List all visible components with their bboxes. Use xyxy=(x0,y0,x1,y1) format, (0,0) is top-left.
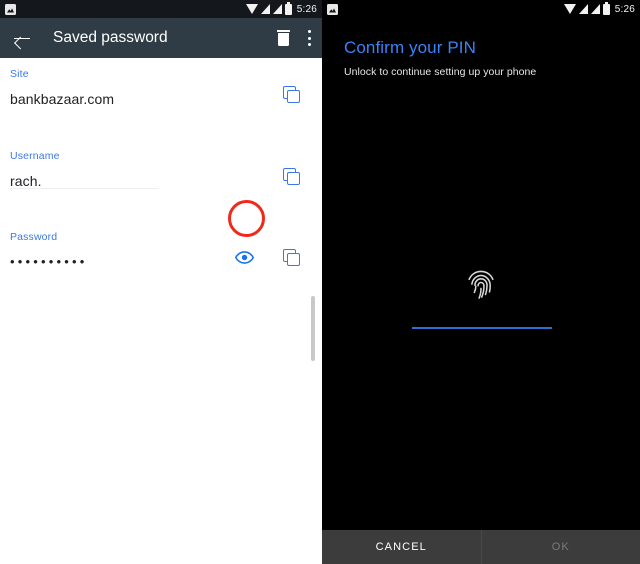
signal-bars-icon-1 xyxy=(578,4,588,14)
ok-button[interactable]: OK xyxy=(480,530,640,564)
trash-icon[interactable] xyxy=(277,30,290,46)
pin-action-bar: CANCEL OK xyxy=(322,530,640,564)
signal-bars-icon-1 xyxy=(260,4,270,14)
field-password-label: Password xyxy=(10,231,58,243)
status-bar-left-icons xyxy=(327,3,338,15)
status-bar-left: 5:26 xyxy=(0,0,322,18)
screenshot-icon xyxy=(5,3,16,15)
screenshot-root: 5:26 Saved password Site bankbazaar.com xyxy=(0,0,640,564)
copy-icon-username[interactable] xyxy=(283,168,300,185)
field-site-label: Site xyxy=(10,68,29,80)
signal-bars-icon-2 xyxy=(272,4,282,14)
copy-icon-front-sheet xyxy=(287,253,300,266)
field-username-label: Username xyxy=(10,150,60,162)
pin-subtitle: Unlock to continue setting up your phone xyxy=(344,66,537,78)
status-bar-right: 5:26 xyxy=(322,0,640,18)
field-username-divider xyxy=(10,188,158,189)
left-phone-screen: 5:26 Saved password Site bankbazaar.com xyxy=(0,0,322,564)
copy-icon-site[interactable] xyxy=(283,86,300,103)
fingerprint-icon xyxy=(468,270,494,299)
right-phone-screen: 5:26 Confirm your PIN Unlock to continue… xyxy=(322,0,640,564)
field-password: Password •••••••••• xyxy=(0,221,322,273)
copy-icon-password[interactable] xyxy=(283,249,300,266)
status-bar-right-icons: 5:26 xyxy=(245,1,317,15)
status-bar-right-icons: 5:26 xyxy=(563,1,635,15)
page-title: Saved password xyxy=(53,29,168,46)
pin-input-underline[interactable] xyxy=(412,327,552,329)
status-bar-left-icons xyxy=(5,3,16,15)
battery-icon xyxy=(602,1,610,15)
vertical-scrollbar[interactable] xyxy=(311,296,315,361)
status-bar-clock: 5:26 xyxy=(296,3,317,15)
pin-title: Confirm your PIN xyxy=(344,38,476,57)
field-site: Site bankbazaar.com xyxy=(0,58,322,111)
more-vert-icon[interactable] xyxy=(307,30,311,46)
credential-list: Site bankbazaar.com Username rach. Passw… xyxy=(0,58,322,564)
screenshot-icon xyxy=(327,3,338,15)
reveal-password-eye-icon[interactable] xyxy=(234,248,255,272)
back-arrow-icon[interactable] xyxy=(11,27,33,49)
field-username-value: rach. xyxy=(10,173,42,189)
field-username: Username rach. xyxy=(0,140,322,193)
wifi-icon xyxy=(563,3,576,14)
wifi-icon xyxy=(245,3,258,14)
field-site-value: bankbazaar.com xyxy=(10,91,115,107)
status-bar-clock: 5:26 xyxy=(614,3,635,15)
app-bar: Saved password xyxy=(0,18,322,58)
eye-icon-glyph xyxy=(234,251,255,264)
battery-icon xyxy=(284,1,292,15)
cancel-button[interactable]: CANCEL xyxy=(322,530,481,564)
copy-icon-front-sheet xyxy=(287,172,300,185)
copy-icon-front-sheet xyxy=(287,90,300,103)
field-password-value: •••••••••• xyxy=(10,254,88,269)
signal-bars-icon-2 xyxy=(590,4,600,14)
